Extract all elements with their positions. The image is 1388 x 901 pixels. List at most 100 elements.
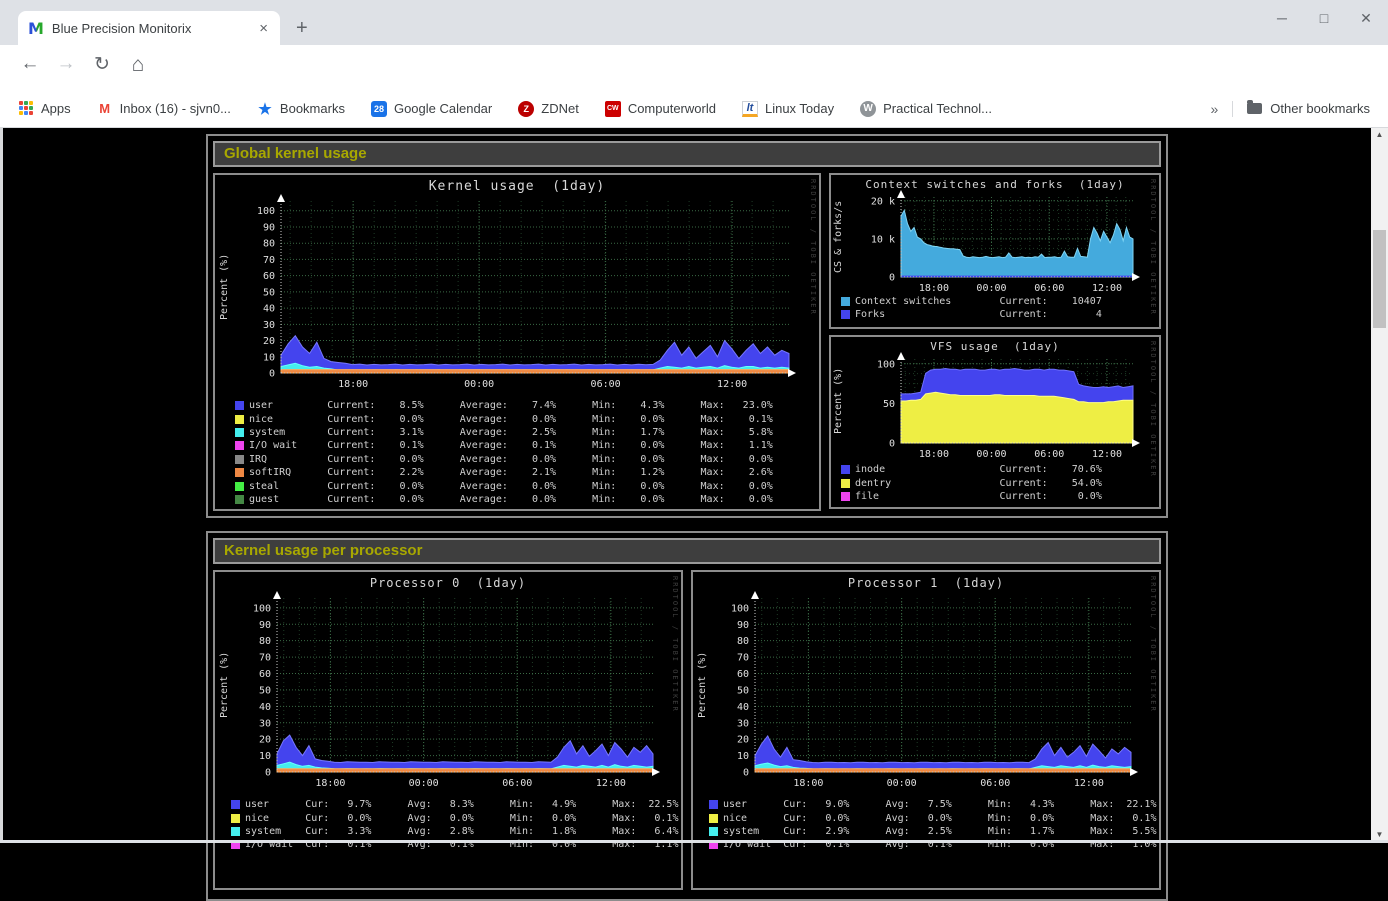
svg-text:06:00: 06:00 (591, 379, 621, 390)
rrdtool-watermark: RRDTOOL / TOBI OETIKER (1149, 576, 1157, 713)
calendar-icon: 28 (371, 101, 387, 117)
y-axis-label: Percent (%) (219, 201, 230, 373)
window-titlebar: M Blue Precision Monitorix × + ─ □ ✕ (0, 0, 1388, 45)
svg-text:18:00: 18:00 (315, 778, 345, 789)
legend-text: I/O wait Current: 0.1% Average: 0.1% Min… (249, 440, 773, 451)
bookmark-linux-today[interactable]: lt Linux Today (742, 101, 834, 117)
legend-row: nice Cur: 0.0% Avg: 0.0% Min: 0.0% Max: … (231, 811, 678, 824)
scrollbar-thumb[interactable] (1373, 230, 1386, 328)
plot-area: 010 k20 k18:0000:0006:0012:00 (901, 197, 1143, 297)
legend-swatch (231, 800, 240, 809)
legend-text: Forks Current: 4 (855, 309, 1102, 320)
bookmark-zdnet[interactable]: Z ZDNet (518, 101, 579, 117)
svg-text:00:00: 00:00 (464, 379, 494, 390)
legend-swatch (841, 492, 850, 501)
legend-row: nice Cur: 0.0% Avg: 0.0% Min: 0.0% Max: … (709, 811, 1156, 824)
plot-area: 010203040506070809010018:0000:0006:0012:… (755, 598, 1141, 792)
legend-swatch (841, 479, 850, 488)
vfs-usage-graph[interactable]: VFS usage (1day)RRDTOOL / TOBI OETIKERPe… (829, 335, 1161, 509)
bookmark-inbox[interactable]: M Inbox (16) - sjvn0... (97, 101, 231, 117)
chart-title: Processor 1 (1day) (693, 576, 1159, 590)
browser-tab[interactable]: M Blue Precision Monitorix × (18, 11, 280, 45)
legend-row: file Current: 0.0% (841, 490, 1102, 504)
section-title: Global kernel usage (213, 141, 1161, 167)
home-button[interactable]: ⌂ (124, 53, 152, 77)
legend-swatch (709, 814, 718, 823)
kernel-usage-graph[interactable]: Kernel usage (1day)RRDTOOL / TOBI OETIKE… (213, 173, 821, 511)
svg-text:70: 70 (259, 653, 271, 664)
back-button[interactable]: ← (16, 53, 44, 75)
bookmark-practical-technology[interactable]: W Practical Technol... (860, 101, 992, 117)
legend-row: system Current: 3.1% Average: 2.5% Min: … (235, 426, 773, 439)
reload-button[interactable]: ↻ (88, 53, 116, 76)
svg-text:20: 20 (259, 735, 271, 746)
bookmark-computerworld[interactable]: CW Computerworld (605, 101, 716, 117)
star-icon: ★ (257, 101, 273, 117)
legend-swatch (235, 415, 244, 424)
svg-text:18:00: 18:00 (919, 449, 949, 460)
svg-text:06:00: 06:00 (1034, 449, 1064, 460)
svg-text:00:00: 00:00 (976, 449, 1006, 460)
legend-swatch (841, 465, 850, 474)
legend-text: guest Current: 0.0% Average: 0.0% Min: 0… (249, 494, 773, 505)
legend-swatch (235, 455, 244, 464)
legend-swatch (235, 441, 244, 450)
window-maximize-button[interactable]: □ (1316, 10, 1332, 27)
svg-text:00:00: 00:00 (976, 283, 1006, 294)
svg-text:50: 50 (737, 685, 749, 696)
scrollbar-up-icon[interactable]: ▲ (1371, 130, 1388, 139)
legend-text: system Cur: 3.3% Avg: 2.8% Min: 1.8% Max… (245, 826, 678, 837)
legend-text: nice Cur: 0.0% Avg: 0.0% Min: 0.0% Max: … (723, 813, 1156, 824)
legend-text: inode Current: 70.6% (855, 464, 1102, 475)
context-switches-graph[interactable]: Context switches and forks (1day)RRDTOOL… (829, 173, 1161, 329)
tab-title: Blue Precision Monitorix (52, 21, 257, 36)
window-minimize-button[interactable]: ─ (1274, 10, 1290, 27)
svg-text:40: 40 (259, 702, 271, 713)
legend-row: Context switches Current: 10407 (841, 295, 1102, 308)
forward-button[interactable]: → (52, 53, 80, 75)
svg-text:12:00: 12:00 (1092, 283, 1122, 294)
svg-text:10 k: 10 k (871, 234, 895, 245)
folder-icon (1247, 103, 1262, 114)
page-scrollbar[interactable]: ▲ ▼ (1371, 128, 1388, 843)
legend-row: steal Current: 0.0% Average: 0.0% Min: 0… (235, 479, 773, 492)
svg-text:00:00: 00:00 (887, 778, 917, 789)
scrollbar-down-icon[interactable]: ▼ (1371, 830, 1388, 839)
svg-text:06:00: 06:00 (1034, 283, 1064, 294)
chart-title: Context switches and forks (1day) (831, 178, 1159, 191)
y-axis-label: CS & forks/s (833, 197, 844, 277)
window-close-button[interactable]: ✕ (1358, 10, 1374, 27)
section-kernel-usage-per-processor: Kernel usage per processor Processor 0 (… (206, 531, 1168, 901)
graph-legend: inode Current: 70.6%dentry Current: 54.0… (841, 463, 1102, 504)
svg-text:60: 60 (263, 271, 275, 282)
svg-text:40: 40 (737, 702, 749, 713)
legend-swatch (231, 814, 240, 823)
legend-text: file Current: 0.0% (855, 491, 1102, 502)
legend-text: system Current: 3.1% Average: 2.5% Min: … (249, 427, 773, 438)
bookmark-bookmarks[interactable]: ★ Bookmarks (257, 101, 345, 117)
other-bookmarks[interactable]: Other bookmarks (1247, 101, 1370, 116)
svg-text:30: 30 (737, 718, 749, 729)
legend-text: steal Current: 0.0% Average: 0.0% Min: 0… (249, 481, 773, 492)
legend-swatch (235, 468, 244, 477)
legend-text: nice Current: 0.0% Average: 0.0% Min: 0.… (249, 414, 773, 425)
zdnet-icon: Z (518, 101, 534, 117)
rrdtool-watermark: RRDTOOL / TOBI OETIKER (1149, 179, 1157, 316)
svg-text:20: 20 (737, 735, 749, 746)
svg-text:60: 60 (259, 669, 271, 680)
svg-text:00:00: 00:00 (409, 778, 439, 789)
bookmark-apps[interactable]: Apps (18, 101, 71, 117)
plot-area: 010203040506070809010018:0000:0006:0012:… (277, 598, 663, 792)
legend-row: nice Current: 0.0% Average: 0.0% Min: 0.… (235, 412, 773, 425)
legend-text: IRQ Current: 0.0% Average: 0.0% Min: 0.0… (249, 454, 773, 465)
bookmarks-overflow-chevron[interactable]: » (1211, 101, 1234, 117)
new-tab-button[interactable]: + (296, 17, 308, 40)
graph-legend: user Current: 8.5% Average: 7.4% Min: 4.… (235, 399, 773, 506)
svg-text:10: 10 (259, 751, 271, 762)
tab-close-icon[interactable]: × (257, 20, 270, 37)
legend-row: guest Current: 0.0% Average: 0.0% Min: 0… (235, 493, 773, 506)
svg-text:18:00: 18:00 (919, 283, 949, 294)
bookmark-google-calendar[interactable]: 28 Google Calendar (371, 101, 492, 117)
svg-text:80: 80 (263, 239, 275, 250)
legend-row: Forks Current: 4 (841, 308, 1102, 321)
